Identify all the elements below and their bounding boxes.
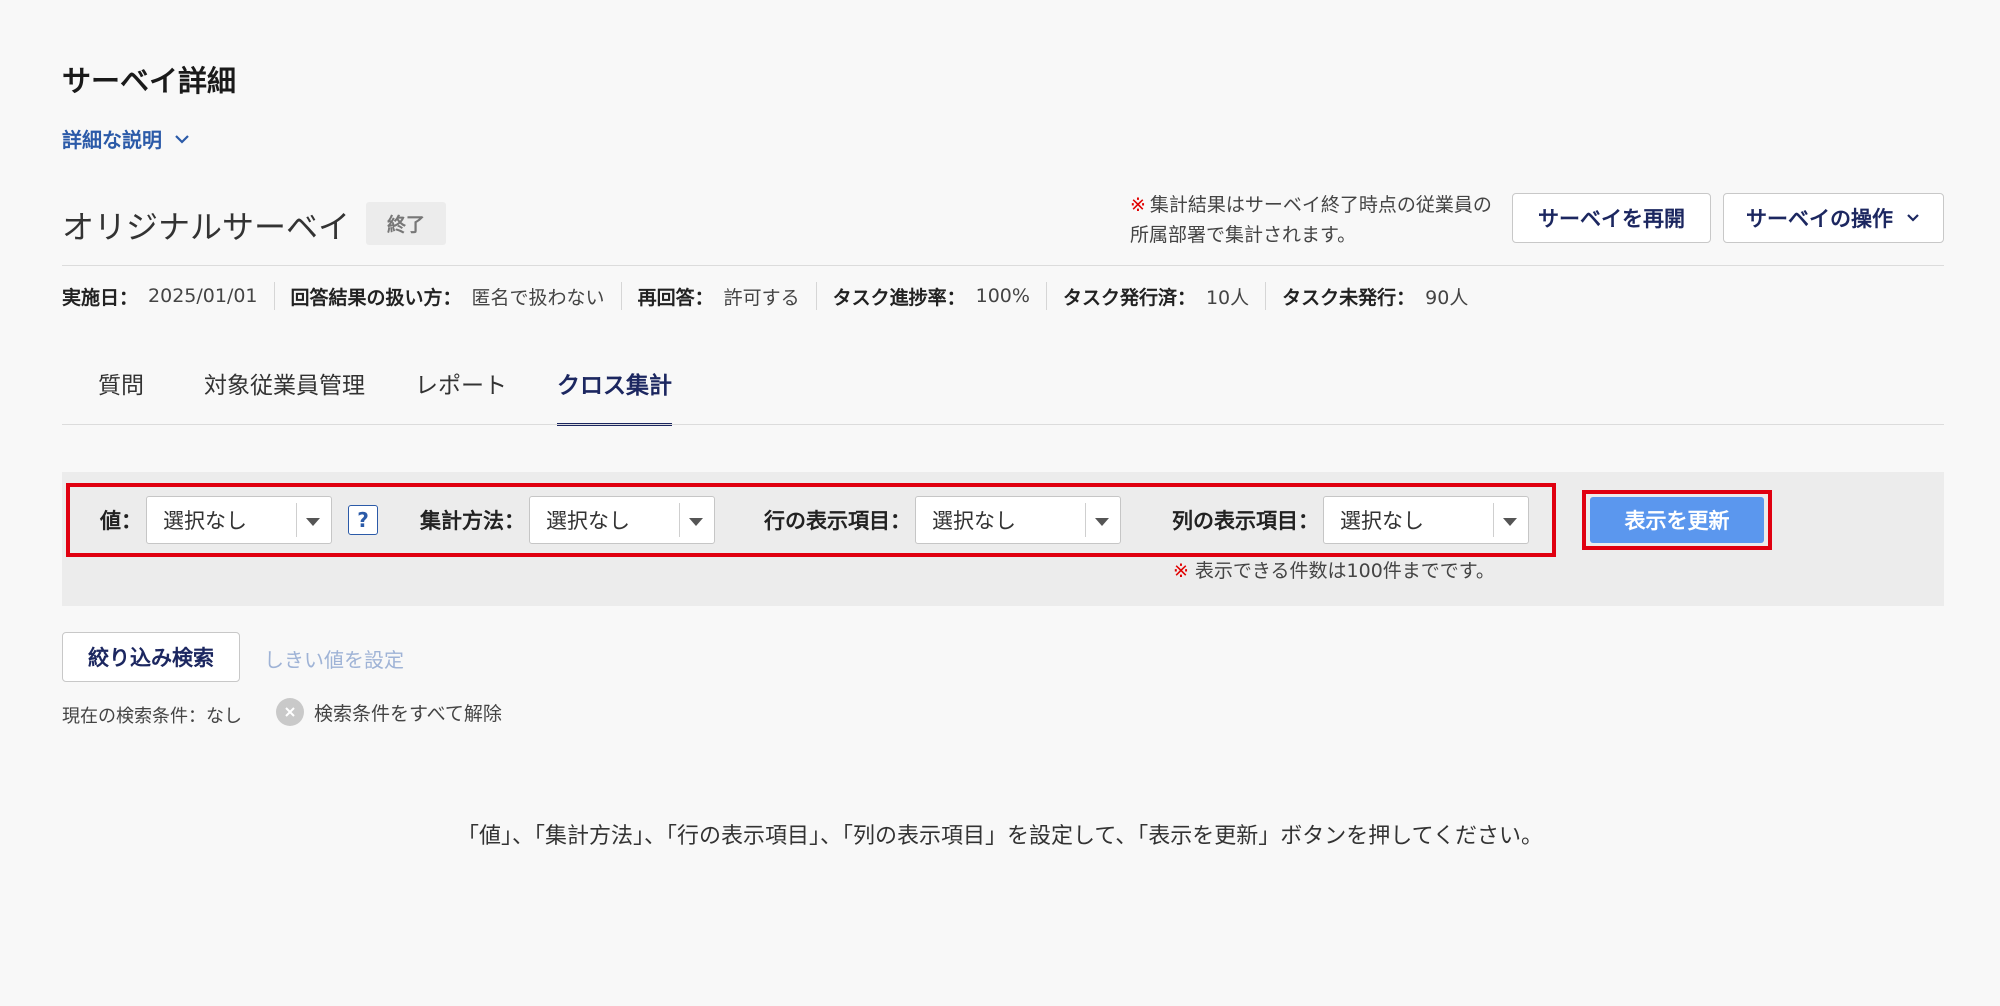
limit-note-text: 表示できる件数は100件までです。 xyxy=(1194,560,1495,582)
row-item-select[interactable]: 選択なし xyxy=(915,496,1121,544)
column-item-select[interactable]: 選択なし xyxy=(1323,496,1529,544)
method-filter: 集計方法： 選択なし xyxy=(420,496,715,544)
help-icon[interactable]: ? xyxy=(348,505,378,535)
chevron-down-icon xyxy=(1907,214,1919,222)
tab-report[interactable]: レポート xyxy=(415,368,507,424)
row-item-label: 行の表示項目： xyxy=(764,509,911,533)
select-divider xyxy=(1493,503,1494,537)
column-item-selected: 選択なし xyxy=(1340,509,1424,533)
method-label: 集計方法： xyxy=(420,509,525,533)
set-threshold-link[interactable]: しきい値を設定 xyxy=(264,644,404,673)
tab-cross-tabulation[interactable]: クロス集計 xyxy=(557,368,672,426)
clear-all-conditions[interactable]: 検索条件をすべて解除 xyxy=(276,698,502,726)
value-selected: 選択なし xyxy=(163,509,247,533)
survey-name: オリジナルサーベイ xyxy=(62,208,351,246)
select-divider xyxy=(679,503,680,537)
limit-note: ※ 表示できる件数は100件までです。 xyxy=(1173,556,1495,583)
meta-reanswer: 再回答： 許可する xyxy=(620,282,816,310)
meta-task-unissued: タスク未発行： 90人 xyxy=(1265,282,1484,310)
filter-search-button[interactable]: 絞り込み検索 xyxy=(62,632,240,682)
meta-task-issued: タスク発行済： 10人 xyxy=(1045,282,1265,310)
limit-note-mark: ※ xyxy=(1173,560,1189,582)
method-select[interactable]: 選択なし xyxy=(529,496,715,544)
value-select[interactable]: 選択なし xyxy=(146,496,332,544)
caret-down-icon xyxy=(1095,518,1109,526)
method-selected: 選択なし xyxy=(546,509,630,533)
notice-text: 集計結果はサーベイ終了時点の従業員の所属部署で集計されます。 xyxy=(1130,194,1492,246)
aggregation-notice: ※ 集計結果はサーベイ終了時点の従業員の所属部署で集計されます。 xyxy=(1130,190,1500,250)
meta-task-progress: タスク進捗率： 100% xyxy=(815,282,1046,310)
row-item-filter: 行の表示項目： 選択なし xyxy=(764,496,1121,544)
clear-all-label: 検索条件をすべて解除 xyxy=(314,702,502,725)
tab-bar: 質問 対象従業員管理 レポート クロス集計 xyxy=(62,368,672,426)
description-toggle-label: 詳細な説明 xyxy=(62,128,162,152)
select-divider xyxy=(1085,503,1086,537)
reopen-survey-button[interactable]: サーベイを再開 xyxy=(1512,193,1711,243)
description-toggle[interactable]: 詳細な説明 xyxy=(62,124,192,153)
page: サーベイ詳細 詳細な説明 オリジナルサーベイ 終了 ※ 集計結果はサーベイ終了時点… xyxy=(0,0,2000,1006)
caret-down-icon xyxy=(1503,518,1517,526)
update-display-button[interactable]: 表示を更新 xyxy=(1590,497,1764,543)
survey-meta: 実施日： 2025/01/01 回答結果の扱い方： 匿名で扱わない 再回答： 許可する… xyxy=(62,282,1484,310)
meta-date: 実施日： 2025/01/01 xyxy=(62,285,258,309)
row-item-selected: 選択なし xyxy=(932,509,1016,533)
page-title: サーベイ詳細 xyxy=(62,64,237,98)
survey-operations-label: サーベイの操作 xyxy=(1746,207,1893,231)
clear-icon xyxy=(276,698,304,726)
meta-answer-handling: 回答結果の扱い方： 匿名で扱わない xyxy=(273,282,621,310)
caret-down-icon xyxy=(689,518,703,526)
divider xyxy=(62,265,1944,266)
value-filter: 値： 選択なし ? xyxy=(100,496,378,544)
tab-divider xyxy=(62,424,1944,425)
column-item-filter: 列の表示項目： 選択なし xyxy=(1172,496,1529,544)
value-label: 値： xyxy=(100,509,142,533)
tab-questions[interactable]: 質問 xyxy=(98,368,144,424)
current-search-condition: 現在の検索条件：なし xyxy=(62,706,242,727)
column-item-label: 列の表示項目： xyxy=(1172,509,1319,533)
tab-target-employees[interactable]: 対象従業員管理 xyxy=(204,368,365,424)
chevron-down-icon xyxy=(175,134,189,144)
survey-operations-button[interactable]: サーベイの操作 xyxy=(1723,193,1944,243)
select-divider xyxy=(296,503,297,537)
status-badge: 終了 xyxy=(366,202,446,245)
instruction-text: 「値」、「集計方法」、「行の表示項目」、「列の表示項目」を設定して、「表示を更新… xyxy=(457,824,1543,849)
caret-down-icon xyxy=(306,518,320,526)
notice-mark: ※ xyxy=(1130,194,1146,216)
